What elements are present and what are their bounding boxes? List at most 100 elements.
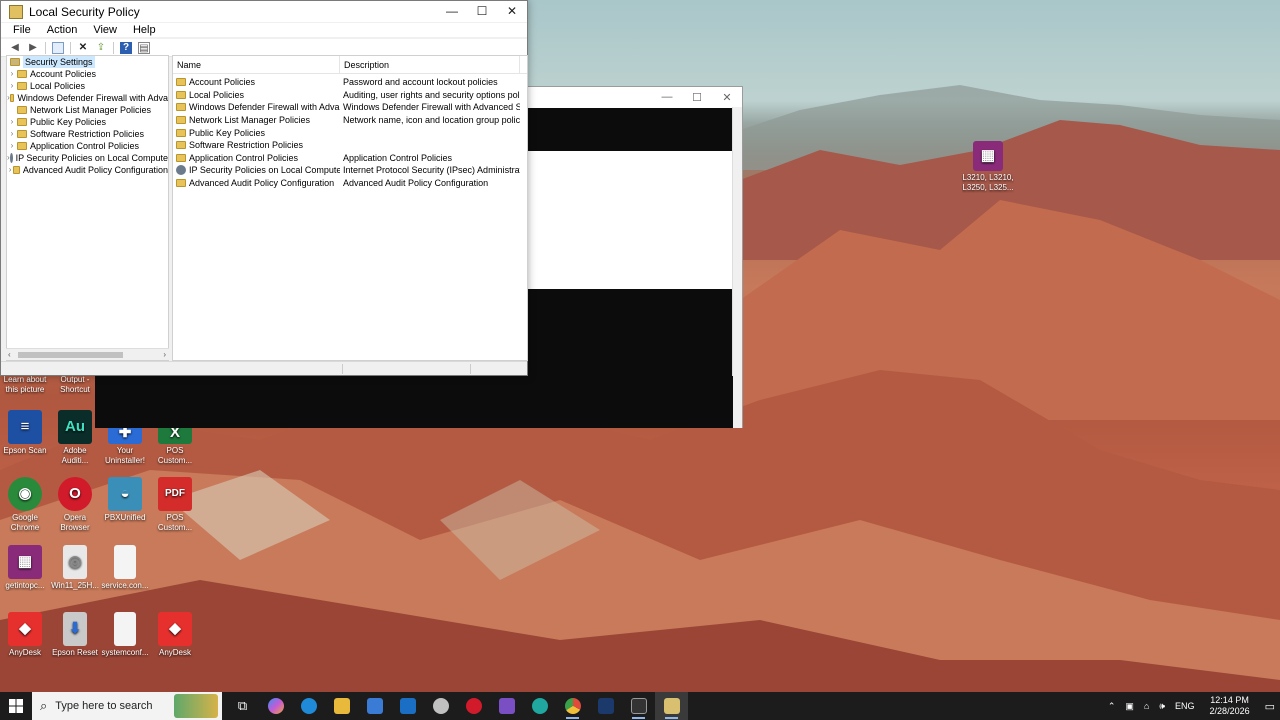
close-icon[interactable]: ✕ [712,91,742,104]
language-indicator[interactable]: ENG [1170,701,1200,711]
desktop-icon-adobe-audition[interactable]: Au Adobe Auditi... [50,410,100,466]
taskbar-outlook[interactable] [391,692,424,720]
list-row[interactable]: Account Policies Password and account loc… [173,76,527,89]
local-security-policy-window[interactable]: Local Security Policy — ☐ ✕ File Action … [0,0,528,376]
maximize-button[interactable]: ☐ [467,1,497,22]
properties-icon[interactable]: ▤ [138,41,150,54]
menu-action[interactable]: Action [39,24,86,36]
security-settings-tree[interactable]: Security Settings › Account Policies › Loc… [6,55,169,361]
tree-item-local-policies[interactable]: › Local Policies [7,80,168,92]
menu-view[interactable]: View [85,24,125,36]
desktop-icon-your-uninstaller[interactable]: ✚ Your Uninstaller! [100,422,150,466]
list-row[interactable]: IP Security Policies on Local Computer In… [173,164,527,177]
desktop-icon-epson-reset[interactable]: ⬇ Epson Reset [50,612,100,658]
column-header-name[interactable]: Name [173,56,340,73]
tree-root[interactable]: Security Settings [7,56,168,68]
list-row[interactable]: Windows Defender Firewall with Advanc...… [173,101,527,114]
tree-item-account-policies[interactable]: › Account Policies [7,68,168,80]
list-row[interactable]: Local Policies Auditing, user rights and … [173,89,527,102]
task-view-button[interactable]: ⧉ [226,692,259,720]
list-row[interactable]: Network List Manager Policies Network nam… [173,114,527,127]
scrollbar-thumb[interactable] [18,352,123,358]
speaker-icon[interactable]: 🕪 [1154,701,1170,712]
chevron-right-icon[interactable]: › [7,116,17,128]
tree-item-advanced-audit[interactable]: › Advanced Audit Policy Configuration [7,164,168,176]
desktop-icon-win11-iso[interactable]: ◎ Win11_25H... [50,545,100,591]
desktop-icon-epson-scan[interactable]: ≡ Epson Scan [0,410,50,456]
taskbar-store[interactable] [358,692,391,720]
tree-item-ip-security[interactable]: › IP Security Policies on Local Compute [7,152,168,164]
window-titlebar[interactable]: Local Security Policy — ☐ ✕ [1,1,527,22]
desktop-icon-getintopc[interactable]: ▦ getintopc... [0,545,50,591]
horizontal-scrollbar[interactable]: ‹ › [6,348,169,360]
taskbar-local-security-policy[interactable] [655,692,688,720]
desktop-icon-google-chrome[interactable]: ◉ Google Chrome [0,477,50,533]
network-icon[interactable]: ⌂ [1139,701,1154,711]
epson-scan-icon: ≡ [8,410,42,444]
desktop-icon-service-config[interactable]: service.con... [100,545,150,591]
desktop-icon-opera-browser[interactable]: O Opera Browser [50,477,100,533]
desktop-icon-pbxunified[interactable]: ◒ PBXUnified [100,477,150,523]
windows-start-button[interactable] [0,692,32,720]
notifications-icon[interactable]: ▭ [1260,700,1280,713]
scroll-left-icon[interactable]: ‹ [8,349,11,361]
chevron-up-icon[interactable]: ⌃ [1103,701,1121,712]
desktop-icon-anydesk[interactable]: ◆ AnyDesk [0,612,50,658]
taskbar-edge-2[interactable] [523,692,556,720]
forward-arrow-icon[interactable]: ▶ [27,42,39,54]
tree-item-application-control[interactable]: › Application Control Policies [7,140,168,152]
taskbar-app[interactable] [424,692,457,720]
desktop-icon-output-shortcut[interactable]: Output - Shortcut [50,375,100,395]
tree-item-network-list[interactable]: Network List Manager Policies [7,104,168,116]
desktop-icon-label: service.con... [101,581,149,590]
taskbar-search-box[interactable]: ⌕ Type here to search [32,692,222,720]
list-row[interactable]: Public Key Policies [173,126,527,139]
search-placeholder: Type here to search [55,700,153,712]
desktop-icon-anydesk-2[interactable]: ◆ AnyDesk [150,612,200,658]
policy-list-view[interactable]: Name Description Account Policies Passwor… [172,55,528,361]
taskbar-copilot[interactable] [259,692,292,720]
taskbar-powershell[interactable] [589,692,622,720]
taskbar-chrome[interactable] [556,692,589,720]
epson-reset-icon: ⬇ [63,612,87,646]
taskbar-opera[interactable] [457,692,490,720]
export-list-icon[interactable]: ⇪ [95,42,107,54]
folder-icon [17,142,27,150]
vertical-scrollbar[interactable] [732,107,742,428]
taskbar-terminal[interactable] [622,692,655,720]
menu-file[interactable]: File [5,24,39,36]
back-arrow-icon[interactable]: ◀ [9,42,21,54]
winrar-archive-icon: ▦ [8,545,42,579]
list-row[interactable]: Software Restriction Policies [173,139,527,152]
meet-now-icon[interactable]: ▣ [1120,701,1139,712]
list-row[interactable]: Advanced Audit Policy Configuration Advan… [173,177,527,190]
minimize-icon[interactable]: — [652,91,682,103]
chevron-right-icon[interactable]: › [7,68,17,80]
clock[interactable]: 12:14 PM 2/28/2026 [1200,695,1260,717]
chevron-right-icon[interactable]: › [7,140,17,152]
delete-icon[interactable]: ✕ [77,42,89,54]
close-button[interactable]: ✕ [497,1,527,22]
chevron-right-icon[interactable]: › [7,80,17,92]
desktop-icon-systemconfig[interactable]: systemconf... [100,612,150,658]
tree-item-public-key[interactable]: › Public Key Policies [7,116,168,128]
desktop-icon-l3210-archive[interactable]: ▦ L3210, L3210, L3250, L325... [962,141,1014,193]
list-row[interactable]: Application Control Policies Application … [173,152,527,165]
maximize-icon[interactable]: ☐ [682,91,712,104]
tree-item-firewall[interactable]: › Windows Defender Firewall with Adva [7,92,168,104]
show-hide-tree-icon[interactable] [52,41,64,54]
tree-item-software-restriction[interactable]: › Software Restriction Policies [7,128,168,140]
column-header-description[interactable]: Description [340,56,520,73]
menu-help[interactable]: Help [125,24,164,36]
desktop-icon-pos-custom-pdf[interactable]: PDF POS Custom... [150,477,200,533]
scroll-right-icon[interactable]: › [163,349,166,361]
desktop-icon-learn-about-picture[interactable]: Learn about this picture [0,375,50,395]
chevron-right-icon[interactable]: › [7,128,17,140]
taskbar-edge[interactable] [292,692,325,720]
taskbar-file-explorer[interactable] [325,692,358,720]
background-window-titlebar[interactable]: — ☐ ✕ [501,87,742,107]
desktop-icon-pos-custom-excel[interactable]: X POS Custom... [150,422,200,466]
taskbar-visual-studio[interactable] [490,692,523,720]
minimize-button[interactable]: — [437,1,467,22]
help-icon[interactable]: ? [120,41,132,54]
